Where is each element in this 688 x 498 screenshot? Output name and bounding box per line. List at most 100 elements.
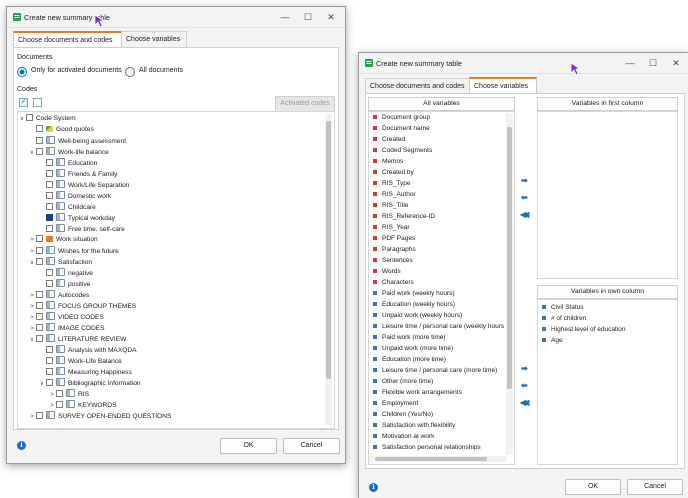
tree-checkbox[interactable] — [46, 379, 53, 386]
variable-item[interactable]: Satisfaction personal relationships — [369, 443, 481, 452]
minimize-button[interactable]: — — [274, 9, 296, 25]
variable-item[interactable]: Created by — [369, 168, 414, 177]
variable-item[interactable]: RIS_Title — [369, 201, 409, 210]
variable-item[interactable]: Education (more time) — [369, 355, 446, 364]
tree-item[interactable]: Childcare — [39, 202, 96, 212]
tree-item[interactable]: ∨ LITERATURE REVIEW — [29, 334, 126, 344]
all-variables-list[interactable]: Document group Document name Created Coded … — [369, 113, 505, 455]
variable-item[interactable]: Coded Segments — [369, 146, 432, 155]
tree-item[interactable]: > RIS — [49, 389, 89, 399]
tree-checkbox[interactable] — [46, 181, 53, 188]
expand-right-icon[interactable]: > — [29, 235, 35, 245]
tree-checkbox[interactable] — [46, 280, 53, 287]
tree-scrollbar[interactable] — [325, 113, 332, 425]
variables-scrollbar[interactable] — [506, 113, 513, 455]
move-right-arrow-icon[interactable]: ➡ — [521, 364, 528, 374]
tree-checkbox[interactable] — [36, 313, 43, 320]
variable-item[interactable]: RIS_Type — [369, 179, 411, 188]
expand-right-icon[interactable]: > — [29, 412, 35, 422]
variable-item[interactable]: # of children — [538, 314, 586, 323]
left-ok-button[interactable]: OK — [220, 438, 277, 454]
variable-item[interactable]: RIS_Author — [369, 190, 416, 199]
tree-item[interactable]: Measuring Happiness — [39, 367, 132, 377]
variable-item[interactable]: Unpaid work (more time) — [369, 344, 453, 353]
info-icon[interactable]: i — [369, 483, 378, 492]
expand-down-icon[interactable]: ∨ — [39, 379, 45, 389]
tree-checkbox[interactable] — [46, 170, 53, 177]
expand-right-icon[interactable]: > — [29, 247, 35, 257]
variable-item[interactable]: Unpaid work (weekly hours) — [369, 311, 462, 320]
expand-right-icon[interactable]: > — [29, 324, 35, 334]
variable-item[interactable]: Document group — [369, 113, 430, 122]
close-button[interactable]: ✕ — [320, 9, 342, 25]
variable-item[interactable]: Sentences — [369, 256, 413, 265]
variable-item[interactable]: Created — [369, 135, 405, 144]
info-icon[interactable]: i — [17, 441, 26, 450]
deselect-all-icon[interactable] — [33, 98, 42, 107]
tree-item[interactable]: Good quotes — [29, 125, 94, 135]
activated-codes-button[interactable]: Activated codes — [275, 96, 335, 112]
move-all-left-arrow-icon[interactable]: ◀◀ — [520, 210, 529, 220]
tree-item[interactable]: > FOCUS GROUP THEMES — [29, 301, 136, 311]
variables-hscrollbar[interactable] — [369, 456, 506, 462]
tree-item[interactable]: positive — [39, 279, 90, 289]
variable-item[interactable]: Words — [369, 267, 401, 276]
tree-item[interactable]: ∨ Code System — [19, 114, 76, 124]
variable-item[interactable]: Leisure time / personal care (more time) — [369, 366, 497, 375]
tree-item[interactable]: Analysis with MAXQDA — [39, 345, 137, 355]
move-left-arrow-icon[interactable]: ⬅ — [521, 381, 528, 391]
variable-item[interactable]: Characters — [369, 278, 414, 287]
tree-item[interactable]: ∨ Satisfaction — [29, 257, 92, 267]
variable-item[interactable]: Memos — [369, 157, 403, 166]
select-all-icon[interactable]: ✓ — [19, 98, 28, 107]
tree-checkbox[interactable] — [46, 357, 53, 364]
code-system-tree[interactable]: ∨ Code System Good quotes Well-being assess… — [19, 114, 319, 425]
tree-item[interactable]: > Wishes for the future — [29, 246, 119, 256]
maximize-button[interactable]: ☐ — [297, 9, 319, 25]
left-cancel-button[interactable]: Cancel — [283, 438, 340, 454]
variable-item[interactable]: Age — [538, 336, 563, 345]
tree-checkbox[interactable] — [26, 114, 33, 121]
tree-item[interactable]: Typical workday — [39, 213, 115, 223]
tree-checkbox[interactable] — [36, 247, 43, 254]
tree-checkbox[interactable] — [46, 346, 53, 353]
variable-item[interactable]: Paid work (weekly hours) — [369, 289, 455, 298]
move-all-left-arrow-icon[interactable]: ◀◀ — [520, 398, 529, 408]
tree-item[interactable]: Friends & Family — [39, 169, 117, 179]
variable-item[interactable]: Satisfaction with flexibility — [369, 421, 455, 430]
variable-item[interactable]: Other (more time) — [369, 377, 433, 386]
tree-item[interactable]: Education — [39, 158, 97, 168]
variable-item[interactable]: Motivation at work — [369, 432, 434, 441]
tree-checkbox[interactable] — [36, 412, 43, 419]
expand-down-icon[interactable]: ∨ — [29, 335, 35, 345]
tree-checkbox[interactable] — [56, 390, 63, 397]
variable-item[interactable]: RIS_Reference-ID — [369, 212, 435, 221]
tree-item[interactable]: Free time, self-care — [39, 224, 125, 234]
variable-item[interactable]: Children (Yes/No) — [369, 410, 433, 419]
tree-item[interactable]: Work-Life Balance — [39, 356, 122, 366]
tree-item[interactable]: > Autocodes — [29, 290, 89, 300]
tree-checkbox[interactable] — [36, 148, 43, 155]
variable-item[interactable]: Flexible work arrangements — [369, 388, 462, 397]
right-ok-button[interactable]: OK — [565, 479, 621, 495]
tree-item[interactable]: Work/Life Separation — [39, 180, 129, 190]
expand-down-icon[interactable]: ∨ — [29, 148, 35, 158]
tree-checkbox[interactable] — [36, 291, 43, 298]
variables-hscrollbar-thumb[interactable] — [375, 457, 487, 461]
own-column-list[interactable]: Civil Status # of children Highest level o… — [538, 303, 675, 363]
variable-item[interactable]: Paragraphs — [369, 245, 416, 254]
expand-right-icon[interactable]: > — [29, 302, 35, 312]
tree-checkbox[interactable] — [46, 203, 53, 210]
variable-item[interactable]: Education (weekly hours) — [369, 300, 455, 309]
radio-all-documents-label[interactable]: All documents — [139, 67, 183, 74]
variable-item[interactable]: Leisure time / personal care (weekly hou… — [369, 322, 504, 331]
tree-checkbox[interactable] — [36, 125, 43, 132]
close-button[interactable]: ✕ — [665, 55, 687, 71]
tree-checkbox[interactable] — [46, 159, 53, 166]
tree-item[interactable]: ∨ Work-life balance — [29, 147, 109, 157]
move-left-arrow-icon[interactable]: ⬅ — [521, 193, 528, 203]
tree-checkbox[interactable] — [36, 137, 43, 144]
tree-item[interactable]: > Work situation — [29, 235, 98, 245]
own-column-header[interactable]: Variables in own column — [537, 285, 678, 299]
radio-only-activated-label[interactable]: Only for activated documents — [31, 67, 122, 74]
